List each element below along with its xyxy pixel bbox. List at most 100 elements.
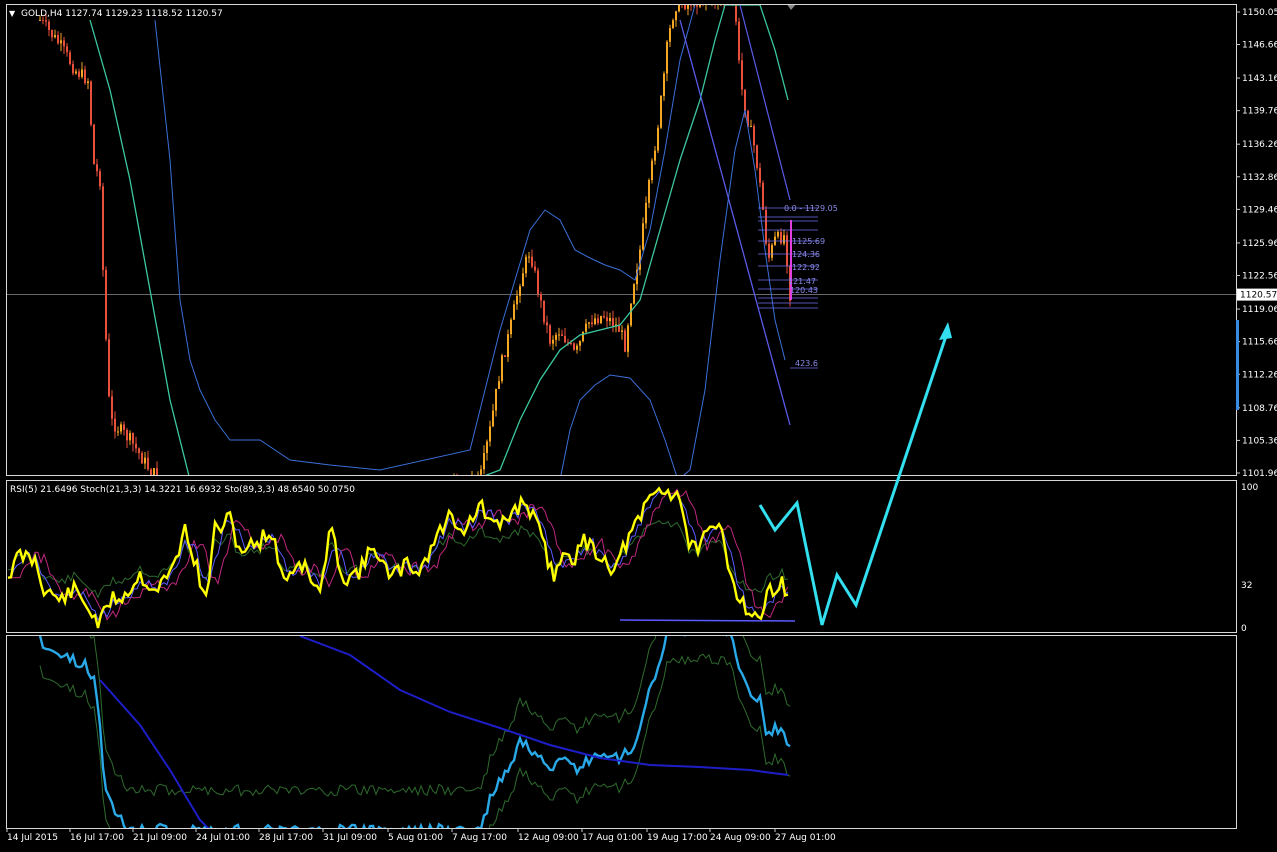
candle-body [255, 498, 257, 499]
candle-body [723, 0, 725, 1]
candle-body [90, 81, 92, 125]
candle-body [366, 485, 368, 486]
candle-body [654, 150, 656, 161]
candle-body [108, 339, 110, 397]
candle-body [708, 1, 710, 2]
candle-body [714, 0, 716, 3]
candle-body [408, 489, 410, 490]
candle-body [219, 494, 221, 501]
candle-body [633, 284, 635, 304]
candle-body [384, 491, 386, 494]
candle-body [60, 40, 62, 44]
sto89-line [7, 519, 789, 599]
chart-window: 1150.05 1146.66 1143.16 1139.76 1136.26 1132.… [0, 0, 1277, 848]
fib-label-0: 0.0 - 1129.05 [784, 204, 838, 213]
candle-body [516, 295, 518, 305]
candle-body [294, 497, 296, 498]
candle-body [702, 2, 704, 3]
candle-body [780, 231, 782, 244]
candle-body [129, 433, 131, 441]
candle-body [609, 317, 611, 322]
candle-body [675, 11, 677, 21]
candle-body [741, 60, 743, 90]
candle-body [762, 182, 764, 210]
candle-body [84, 69, 86, 84]
candle-body [447, 486, 449, 491]
price-tick-label: 1125.96 [1242, 239, 1277, 249]
candle-body [543, 300, 545, 323]
candle-body [423, 494, 425, 498]
candle-body [465, 480, 467, 489]
candle-body [144, 457, 146, 464]
fib-labels: 0.0 - 1129.05 1125.69 124.36 122.92 121.… [784, 204, 838, 368]
time-tick-label: 12 Aug 09:00 [518, 833, 579, 843]
candle-body [402, 488, 404, 495]
osc-lower-band [39, 653, 791, 828]
candle-body [531, 256, 533, 267]
candle-body [732, 0, 734, 3]
candle-body [651, 160, 653, 181]
candle-body [594, 318, 596, 325]
candle-body [513, 304, 515, 320]
candle-body [678, 5, 680, 12]
candle-body [63, 40, 65, 47]
time-tick-label: 31 Jul 09:00 [323, 833, 377, 843]
candle-body [561, 334, 563, 336]
candle-body [450, 487, 452, 491]
candle-body [600, 316, 602, 324]
candle-body [429, 490, 431, 492]
candle-body [381, 494, 383, 500]
candle-body [42, 19, 44, 21]
candle-body [534, 266, 536, 271]
price-tick-label: 1122.56 [1242, 272, 1277, 282]
candle-body [372, 487, 374, 495]
candle-body [438, 493, 440, 494]
candle-body [435, 492, 437, 495]
candle-body [66, 46, 68, 53]
candle-body [216, 498, 218, 501]
price-chart[interactable]: 1150.05 1146.66 1143.16 1139.76 1136.26 1132.… [0, 0, 1277, 848]
candle-body [501, 355, 503, 382]
candle-body [462, 480, 464, 491]
main-panel [6, 4, 1237, 476]
candle-body [54, 35, 56, 38]
candle-body [405, 489, 407, 495]
candle-body [237, 497, 239, 502]
candle-body [756, 145, 758, 168]
chart-menu-icon[interactable]: ▼ [9, 9, 16, 18]
candle-body [495, 388, 497, 411]
candle-body [711, 0, 713, 1]
candle-body [663, 73, 665, 96]
candle-body [123, 424, 125, 431]
price-tick-label: 1129.46 [1242, 205, 1277, 215]
price-tick-label: 1112.26 [1242, 370, 1277, 380]
trend-line-upper [739, 5, 791, 201]
candle-body [672, 20, 674, 28]
candle-body [39, 19, 41, 21]
candle-body [660, 95, 662, 128]
candle-body [360, 493, 362, 494]
candle-body [225, 496, 227, 499]
candle-body [102, 186, 104, 270]
candle-body [528, 256, 530, 258]
candle-body [606, 317, 608, 322]
candle-body [432, 492, 434, 493]
rsi-support-line [619, 619, 796, 622]
candle-body [87, 81, 89, 84]
candle-body [522, 273, 524, 287]
candle-body [114, 418, 116, 432]
time-tick-label: 5 Aug 01:00 [388, 833, 443, 843]
osc-ma-line-1 [99, 679, 210, 828]
trend-line-down [679, 19, 791, 426]
time-tick-label: 21 Jul 09:00 [133, 833, 187, 843]
candle-body [126, 430, 128, 441]
rsi-level-32: 32 [1241, 581, 1252, 591]
candle-body [387, 491, 389, 496]
ma-green-line [89, 5, 789, 475]
candle-body [558, 334, 560, 336]
candle-body [765, 209, 767, 244]
time-tick-label: 7 Aug 17:00 [452, 833, 507, 843]
fib-ext-label: 423.6 [795, 359, 818, 368]
candle-body [483, 453, 485, 470]
price-tick-label: 1136.26 [1242, 140, 1277, 150]
